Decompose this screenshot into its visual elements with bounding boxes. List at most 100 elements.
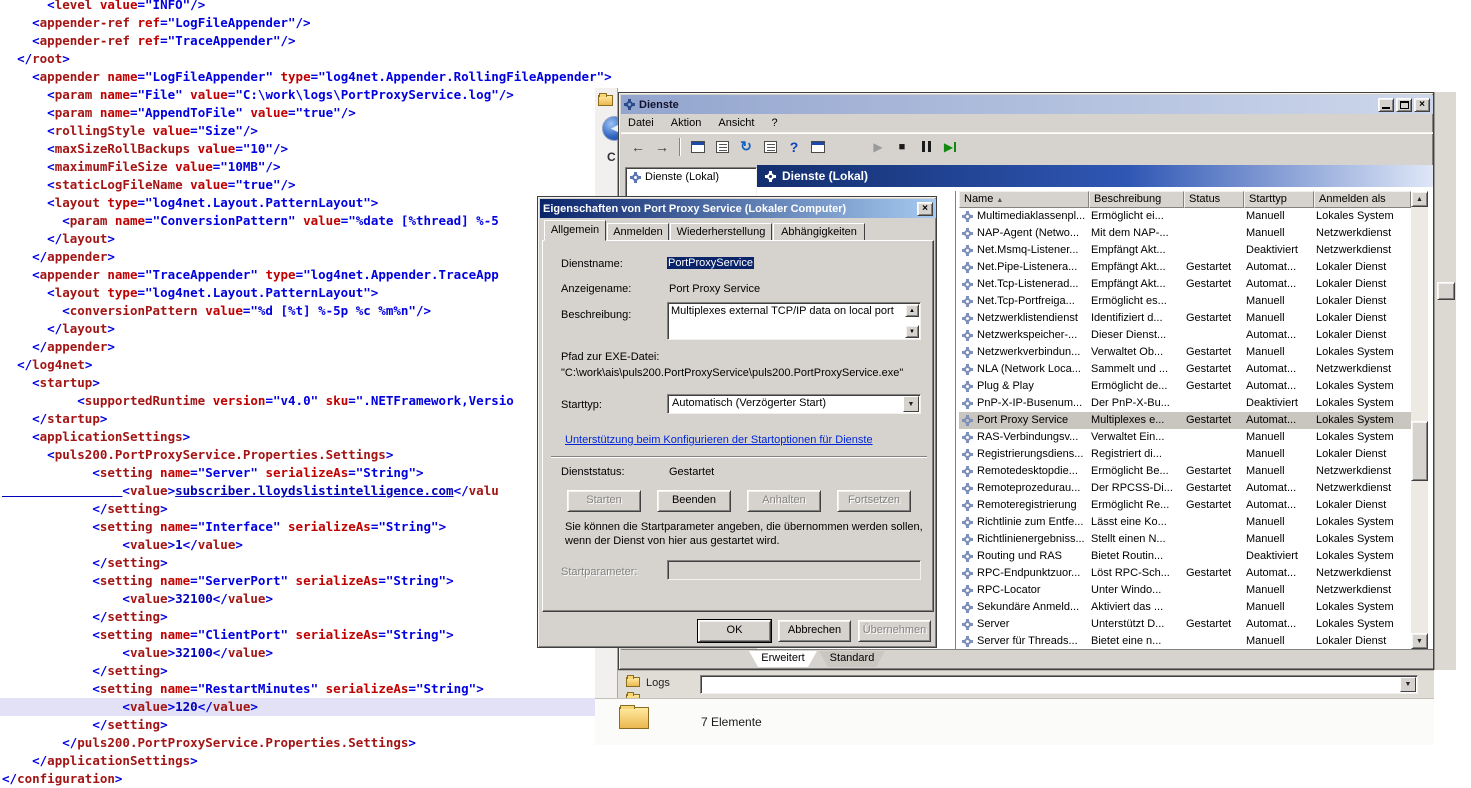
uebernehmen-button[interactable]: Übernehmen [858, 620, 931, 642]
dienstname-value[interactable]: PortProxyService [667, 257, 754, 269]
service-row[interactable]: Routing und RASBietet Routin...Deaktivie… [959, 548, 1411, 565]
startparameter-textbox[interactable] [667, 560, 921, 580]
service-row[interactable]: Plug & PlayErmöglicht de...GestartetAuto… [959, 378, 1411, 395]
refresh-icon[interactable]: ↻ [735, 136, 757, 158]
service-row[interactable]: ServerUnterstützt D...GestartetAutomat..… [959, 616, 1411, 633]
service-logon-as: Lokales System [1316, 531, 1408, 548]
menu-aktion[interactable]: Aktion [664, 114, 709, 132]
tab-anmelden[interactable]: Anmelden [607, 223, 669, 241]
service-row[interactable]: NLA (Network Loca...Sammelt und ...Gesta… [959, 361, 1411, 378]
startoptions-help-link[interactable]: Unterstützung beim Konfigurieren der Sta… [565, 434, 873, 446]
column-header-name[interactable]: Name ▲ [959, 191, 1089, 208]
service-row[interactable]: Port Proxy ServiceMultiplexes e...Gestar… [959, 412, 1411, 429]
column-header-starttyp[interactable]: Starttyp [1244, 191, 1314, 208]
scroll-down-icon[interactable]: ▼ [1411, 633, 1428, 649]
service-row[interactable]: RPC-LocatorUnter Windo...ManuellNetzwerk… [959, 582, 1411, 599]
pane-divider[interactable] [955, 191, 957, 650]
scrollbar-thumb[interactable] [1411, 421, 1428, 481]
service-status [1186, 208, 1243, 225]
service-row[interactable]: PnP-X-IP-Busenum...Der PnP-X-Bu...Deakti… [959, 395, 1411, 412]
abbrechen-button[interactable]: Abbrechen [778, 620, 851, 642]
column-header-beschreibung[interactable]: Beschreibung [1089, 191, 1184, 208]
service-row[interactable]: NetzwerklistendienstIdentifiziert d...Ge… [959, 310, 1411, 327]
dialog-titlebar[interactable]: Eigenschaften von Port Proxy Service (Lo… [540, 199, 936, 218]
forward-icon[interactable]: → [651, 136, 673, 158]
filter-combobox[interactable]: ▼ [700, 675, 1418, 694]
menu-ansicht[interactable]: Ansicht [711, 114, 761, 132]
chevron-down-icon[interactable]: ▼ [1400, 677, 1416, 692]
service-row[interactable]: Server für Threads...Bietet eine n...Man… [959, 633, 1411, 650]
service-status [1186, 548, 1243, 565]
service-row[interactable]: Registrierungsdiens...Registriert di...M… [959, 446, 1411, 463]
toolbar: ← → ↻ ? ▶ ■ ▶ [621, 133, 1433, 159]
help-icon[interactable]: ? [783, 136, 805, 158]
fortsetzen-button[interactable]: Fortsetzen [837, 490, 911, 512]
pause-service-icon[interactable] [915, 136, 937, 158]
services-list-scrollbar[interactable]: ▲ ▼ [1411, 191, 1428, 649]
tab-wiederherstellung[interactable]: Wiederherstellung [670, 223, 772, 241]
close-button[interactable]: × [1414, 98, 1430, 112]
back-icon[interactable]: ← [627, 136, 649, 158]
scrollbar-thumb[interactable] [1437, 282, 1455, 300]
service-row[interactable]: RemoteregistrierungErmöglicht Re...Gesta… [959, 497, 1411, 514]
service-row[interactable]: Richtlinienergebniss...Stellt einen N...… [959, 531, 1411, 548]
properties-icon[interactable] [759, 136, 781, 158]
service-row[interactable]: Remotedesktopdie...Ermöglicht Be...Gesta… [959, 463, 1411, 480]
tab-standard[interactable]: Standard [819, 651, 885, 667]
stop-service-icon[interactable]: ■ [891, 136, 913, 158]
service-row[interactable]: Net.Tcp-Listenerad...Empfängt Akt...Gest… [959, 276, 1411, 293]
anhalten-button[interactable]: Anhalten [747, 490, 821, 512]
restart-service-icon[interactable]: ▶ [939, 136, 961, 158]
maximize-button[interactable] [1396, 98, 1412, 112]
service-row[interactable]: Net.Pipe-Listenera...Empfängt Akt...Gest… [959, 259, 1411, 276]
service-logon-as: Lokales System [1316, 429, 1408, 446]
starttyp-combobox[interactable]: Automatisch (Verzögerter Start) ▼ [667, 394, 921, 414]
export-list-icon[interactable] [711, 136, 733, 158]
minimize-button[interactable] [1378, 98, 1394, 112]
service-row[interactable]: Net.Msmq-Listener...Empfängt Akt...Deakt… [959, 242, 1411, 259]
ok-button[interactable]: OK [698, 620, 771, 642]
service-description: Empfängt Akt... [1091, 242, 1183, 259]
dienstname-label: Dienstname: [561, 258, 623, 270]
anzeigename-value[interactable]: Port Proxy Service [669, 283, 760, 295]
column-header-status[interactable]: Status [1184, 191, 1244, 208]
services-titlebar[interactable]: Dienste × [621, 95, 1433, 114]
scroll-up-icon[interactable]: ▲ [905, 304, 919, 317]
service-row[interactable]: Netzwerkverbindun...Verwaltet Ob...Gesta… [959, 344, 1411, 361]
service-name: Remotedesktopdie... [977, 463, 1087, 480]
tab-abhaengigkeiten[interactable]: Abhängigkeiten [773, 223, 865, 241]
column-header-anmelden-als[interactable]: Anmelden als [1314, 191, 1411, 208]
service-row[interactable]: NAP-Agent (Netwo...Mit dem NAP-...Manuel… [959, 225, 1411, 242]
service-row[interactable]: Richtlinie zum Entfe...Lässt eine Ko...M… [959, 514, 1411, 531]
service-row[interactable]: Net.Tcp-Portfreiga...Ermöglicht es...Man… [959, 293, 1411, 310]
service-row[interactable]: RAS-Verbindungsv...Verwaltet Ein...Manue… [959, 429, 1411, 446]
chevron-down-icon[interactable]: ▼ [903, 396, 919, 412]
service-description: Löst RPC-Sch... [1091, 565, 1183, 582]
folder-label[interactable]: Logs [646, 677, 670, 689]
starten-button[interactable]: Starten [567, 490, 641, 512]
tab-allgemein[interactable]: Allgemein [544, 220, 606, 241]
service-row[interactable]: RPC-Endpunktzuor...Löst RPC-Sch...Gestar… [959, 565, 1411, 582]
new-window-icon[interactable] [807, 136, 829, 158]
beenden-button[interactable]: Beenden [657, 490, 731, 512]
close-icon[interactable]: × [917, 202, 933, 216]
background-scrollbar[interactable] [1434, 92, 1456, 670]
service-gear-icon [962, 211, 973, 222]
tree-node-dienste-lokal[interactable]: Dienste (Lokal) [626, 168, 756, 185]
service-row[interactable]: Netzwerkspeicher-...Dieser Dienst...Auto… [959, 327, 1411, 344]
service-description: Ermöglicht ei... [1091, 208, 1183, 225]
service-row[interactable]: Sekundäre Anmeld...Aktiviert das ...Manu… [959, 599, 1411, 616]
show-console-tree-icon[interactable] [687, 136, 709, 158]
beschreibung-textbox[interactable]: Multiplexes external TCP/IP data on loca… [667, 302, 921, 340]
start-service-icon[interactable]: ▶ [867, 136, 889, 158]
menu-hilfe[interactable]: ? [765, 114, 785, 132]
service-gear-icon [962, 245, 973, 256]
service-description: Empfängt Akt... [1091, 259, 1183, 276]
service-row[interactable]: Multimediaklassenpl...Ermöglicht ei...Ma… [959, 208, 1411, 225]
tree-node-label: Dienste (Lokal) [645, 171, 719, 183]
scroll-up-icon[interactable]: ▲ [1411, 191, 1428, 207]
scroll-down-icon[interactable]: ▼ [905, 325, 919, 338]
service-row[interactable]: Remoteprozedurau...Der RPCSS-Di...Gestar… [959, 480, 1411, 497]
tab-erweitert[interactable]: Erweitert [749, 651, 817, 667]
menu-datei[interactable]: Datei [621, 114, 661, 132]
